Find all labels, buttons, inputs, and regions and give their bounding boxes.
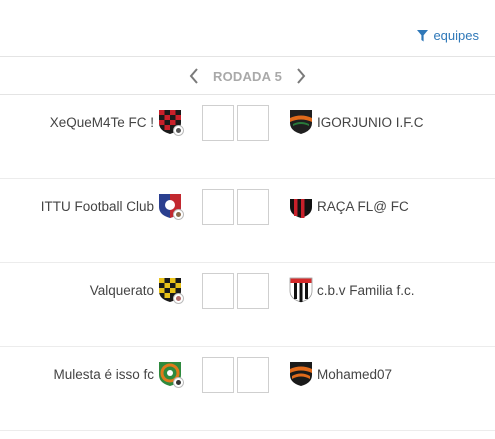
- round-navigation: RODADA 5: [0, 66, 495, 86]
- player-badge-icon: [173, 293, 184, 304]
- match-row: Mulesta é isso fc Mohamed07: [0, 347, 495, 431]
- player-badge-icon: [173, 125, 184, 136]
- away-team-crest-icon: [289, 277, 313, 303]
- home-score-input[interactable]: [202, 357, 234, 393]
- home-team-crest-icon: [158, 361, 184, 388]
- away-team-name: RAÇA FL@ FC: [317, 198, 409, 214]
- filter-icon: [417, 29, 429, 42]
- match-row: Valquerato c.b.v Familia f.c.: [0, 263, 495, 347]
- home-team-name: Valquerato: [89, 282, 154, 298]
- away-team-crest-icon: [289, 109, 313, 135]
- away-score-input[interactable]: [237, 273, 269, 309]
- player-badge-icon: [173, 377, 184, 388]
- away-score-input[interactable]: [237, 105, 269, 141]
- home-score-input[interactable]: [202, 189, 234, 225]
- home-team-name: ITTU Football Club: [40, 198, 154, 214]
- away-team-crest-icon: [289, 193, 313, 219]
- home-team-crest-icon: [158, 193, 184, 220]
- home-team: Valquerato: [89, 277, 184, 304]
- away-team: RAÇA FL@ FC: [289, 193, 409, 219]
- player-badge-icon: [173, 209, 184, 220]
- away-team-name: c.b.v Familia f.c.: [317, 282, 415, 298]
- away-score-input[interactable]: [237, 357, 269, 393]
- home-team: XeQueM4Te FC !: [49, 109, 184, 136]
- round-navigation-bar: RODADA 5: [0, 57, 495, 95]
- home-team: ITTU Football Club: [40, 193, 184, 220]
- away-team-name: IGORJUNIO I.F.C: [317, 114, 424, 130]
- home-score-input[interactable]: [202, 273, 234, 309]
- away-team: IGORJUNIO I.F.C: [289, 109, 424, 135]
- chevron-right-icon: [297, 68, 306, 84]
- chevron-left-icon: [189, 68, 198, 84]
- teams-filter-label: equipes: [433, 28, 479, 43]
- home-team-crest-icon: [158, 277, 184, 304]
- top-bar: equipes: [0, 0, 495, 57]
- away-team-crest-icon: [289, 361, 313, 387]
- match-row: ITTU Football Club RAÇA FL@ FC: [0, 179, 495, 263]
- away-score-input[interactable]: [237, 189, 269, 225]
- away-team-name: Mohamed07: [317, 366, 393, 382]
- match-row: XeQueM4Te FC ! IGORJUNIO I.F.C: [0, 95, 495, 179]
- home-score-input[interactable]: [202, 105, 234, 141]
- teams-filter-button[interactable]: equipes: [417, 28, 479, 43]
- home-team-crest-icon: [158, 109, 184, 136]
- next-round-button[interactable]: [292, 66, 310, 86]
- previous-round-button[interactable]: [185, 66, 203, 86]
- away-team: Mohamed07: [289, 361, 392, 387]
- away-team: c.b.v Familia f.c.: [289, 277, 415, 303]
- home-team-name: XeQueM4Te FC !: [49, 114, 154, 130]
- round-label: RODADA 5: [212, 69, 282, 84]
- home-team-name: Mulesta é isso fc: [53, 366, 154, 382]
- home-team: Mulesta é isso fc: [53, 361, 184, 388]
